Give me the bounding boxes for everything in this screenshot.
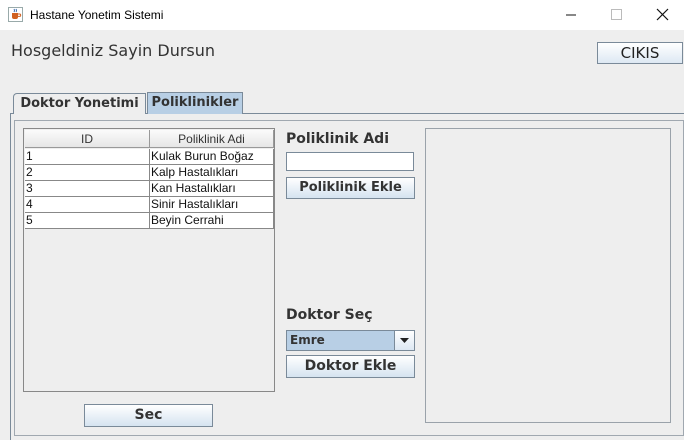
table-row[interactable]: 4 Sinir Hastalıkları: [25, 197, 274, 213]
welcome-label: Hosgeldiniz Sayin Dursun: [11, 41, 216, 60]
maximize-icon: [611, 9, 622, 20]
dropdown-arrow[interactable]: [394, 331, 414, 350]
column-header-poliklinik-adi[interactable]: Poliklinik Adi: [150, 130, 274, 148]
sec-button[interactable]: Sec: [84, 404, 213, 427]
table-row[interactable]: 1 Kulak Burun Boğaz: [25, 149, 274, 165]
cell-id: 2: [25, 165, 150, 181]
poliklinik-adi-input[interactable]: [286, 152, 414, 171]
cell-id: 5: [25, 213, 150, 229]
cell-id: 4: [25, 197, 150, 213]
cell-id: 3: [25, 181, 150, 197]
tab-doktor-yonetimi[interactable]: Doktor Yonetimi: [13, 93, 146, 114]
cell-name: Kalp Hastalıkları: [150, 165, 274, 181]
close-button[interactable]: [640, 0, 684, 30]
cell-name: Kan Hastalıkları: [150, 181, 274, 197]
cell-name: Beyin Cerrahi: [150, 213, 274, 229]
table-header: ID Poliklinik Adi: [25, 130, 274, 149]
maximize-button[interactable]: [594, 0, 640, 30]
window-title: Hastane Yonetim Sistemi: [30, 8, 164, 22]
table-row[interactable]: 3 Kan Hastalıkları: [25, 181, 274, 197]
minimize-icon: [566, 14, 576, 16]
poliklinik-adi-label: Poliklinik Adi: [286, 131, 389, 147]
title-bar: Hastane Yonetim Sistemi: [0, 0, 684, 30]
table-row[interactable]: 5 Beyin Cerrahi: [25, 213, 274, 229]
java-cup-icon: [8, 7, 23, 22]
poliklinik-ekle-button[interactable]: Poliklinik Ekle: [286, 177, 415, 199]
close-icon: [656, 8, 669, 21]
cell-name: Sinir Hastalıkları: [150, 197, 274, 213]
table-row[interactable]: 2 Kalp Hastalıkları: [25, 165, 274, 181]
tab-poliklinikler[interactable]: Poliklinikler: [147, 92, 243, 114]
doktor-select-value: Emre: [290, 333, 325, 347]
column-header-id[interactable]: ID: [25, 130, 150, 148]
exit-button[interactable]: CIKIS: [597, 42, 683, 64]
cell-name: Kulak Burun Boğaz: [150, 149, 274, 165]
doktor-sec-label: Doktor Seç: [286, 307, 373, 323]
doktor-ekle-button[interactable]: Doktor Ekle: [286, 355, 415, 378]
minimize-button[interactable]: [548, 0, 594, 30]
chevron-down-icon: [400, 338, 409, 343]
doktor-list-panel[interactable]: [425, 128, 671, 423]
poliklinik-table[interactable]: ID Poliklinik Adi 1 Kulak Burun Boğaz 2 …: [23, 128, 275, 392]
cell-id: 1: [25, 149, 150, 165]
doktor-select[interactable]: Emre: [286, 330, 415, 351]
